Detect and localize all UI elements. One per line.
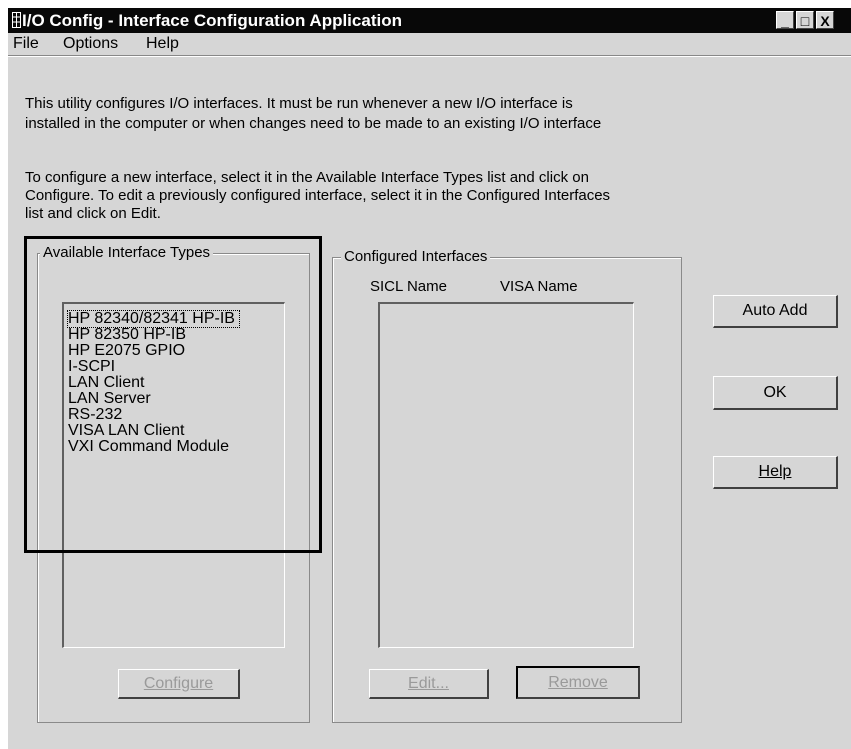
help-button[interactable]: Help (713, 456, 838, 489)
close-button[interactable]: X (816, 11, 834, 29)
visa-name-header: VISA Name (500, 278, 578, 295)
annotation-highlight-box (24, 236, 322, 553)
configure-button[interactable]: Configure (118, 669, 240, 699)
window-title: I/O Config - Interface Configuration App… (22, 11, 402, 30)
minimize-button[interactable]: _ (776, 11, 794, 29)
maximize-button[interactable]: □ (796, 11, 814, 29)
description-line-3: To configure a new interface, select it … (25, 169, 589, 186)
auto-add-button[interactable]: Auto Add (713, 295, 838, 328)
configured-interfaces-listbox[interactable] (378, 302, 634, 648)
edit-button[interactable]: Edit... (369, 669, 489, 699)
ok-button[interactable]: OK (713, 376, 838, 410)
auto-add-button-label: Auto Add (742, 302, 808, 319)
description-line-2: installed in the computer or when change… (25, 115, 602, 132)
menu-separator (8, 55, 851, 57)
menu-options[interactable]: Options (63, 35, 118, 53)
configure-button-label: Configure (143, 675, 214, 692)
sicl-name-header: SICL Name (370, 278, 447, 295)
configured-interfaces-label: Configured Interfaces (341, 248, 491, 266)
menu-help[interactable]: Help (146, 35, 179, 53)
description-line-1: This utility configures I/O interfaces. … (25, 95, 573, 112)
remove-button[interactable]: Remove (516, 666, 640, 699)
description-line-5: list and click on Edit. (25, 205, 161, 222)
help-button-label: Help (758, 463, 792, 480)
remove-button-label: Remove (548, 674, 608, 691)
menu-bar: File Options Help (8, 33, 851, 55)
ok-button-label: OK (763, 384, 787, 401)
edit-button-label: Edit... (408, 675, 449, 692)
menu-file[interactable]: File (13, 35, 39, 53)
description-line-4: Configure. To edit a previously configur… (25, 187, 611, 204)
title-bar[interactable]: I/O Config - Interface Configuration App… (8, 8, 851, 33)
